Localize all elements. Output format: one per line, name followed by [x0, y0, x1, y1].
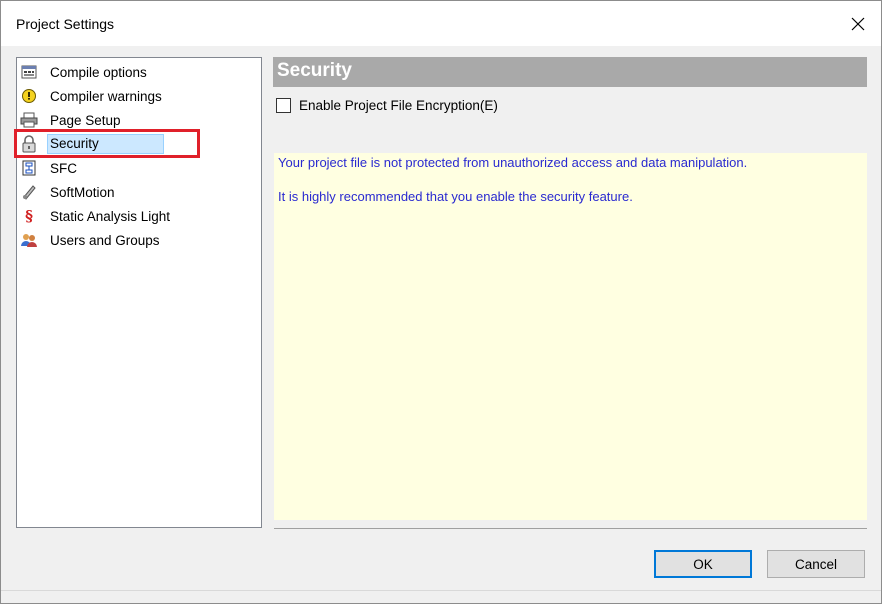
users-icon [20, 231, 38, 249]
settings-category-tree[interactable]: Compile options Compiler warnings Page S… [16, 57, 262, 528]
sidebar-item-label: SFC [50, 160, 77, 176]
sidebar-item-users-and-groups[interactable]: Users and Groups [20, 230, 160, 250]
sidebar-item-softmotion[interactable]: SoftMotion [20, 182, 115, 202]
info-text-warning: Your project file is not protected from … [278, 155, 748, 170]
sidebar-item-label: Security [47, 134, 164, 154]
sidebar-item-label: Users and Groups [50, 232, 160, 248]
sidebar-item-compile-options[interactable]: Compile options [20, 62, 147, 82]
encryption-checkbox[interactable] [276, 98, 291, 113]
bottom-divider [1, 590, 881, 591]
sidebar-item-label: Compiler warnings [50, 88, 162, 104]
cancel-button[interactable]: Cancel [767, 550, 865, 578]
printer-icon [20, 111, 38, 129]
sidebar-item-label: Page Setup [50, 112, 121, 128]
encryption-checkbox-row[interactable]: Enable Project File Encryption(E) [276, 98, 498, 113]
ok-button[interactable]: OK [654, 550, 752, 578]
sfc-icon [20, 159, 38, 177]
sidebar-item-label: Static Analysis Light [50, 208, 171, 224]
section-title: Security [277, 60, 352, 81]
encryption-checkbox-label[interactable]: Enable Project File Encryption(E) [299, 98, 498, 113]
lock-icon [20, 135, 38, 153]
project-settings-dialog: Project Settings Compile options Compile… [0, 0, 882, 604]
sidebar-item-compiler-warnings[interactable]: Compiler warnings [20, 86, 162, 106]
section-sign-icon: § [25, 207, 33, 225]
close-button[interactable] [835, 1, 881, 46]
sidebar-item-label: SoftMotion [50, 184, 115, 200]
dialog-title: Project Settings [16, 16, 115, 32]
sidebar-item-label: Compile options [50, 64, 147, 80]
softmotion-icon [20, 183, 38, 201]
close-icon [851, 17, 865, 30]
security-info-panel: Your project file is not protected from … [274, 153, 867, 520]
warning-icon [20, 87, 38, 105]
sidebar-item-sfc[interactable]: SFC [20, 158, 77, 178]
sidebar-item-page-setup[interactable]: Page Setup [20, 110, 121, 130]
sidebar-item-security[interactable]: Security [20, 134, 164, 154]
section-header: Security [273, 57, 867, 87]
compile-options-icon [20, 63, 38, 81]
divider [274, 528, 867, 529]
title-bar: Project Settings [1, 1, 881, 46]
info-text-recommendation: It is highly recommended that you enable… [278, 189, 633, 204]
sidebar-item-static-analysis-light[interactable]: § Static Analysis Light [20, 206, 170, 226]
